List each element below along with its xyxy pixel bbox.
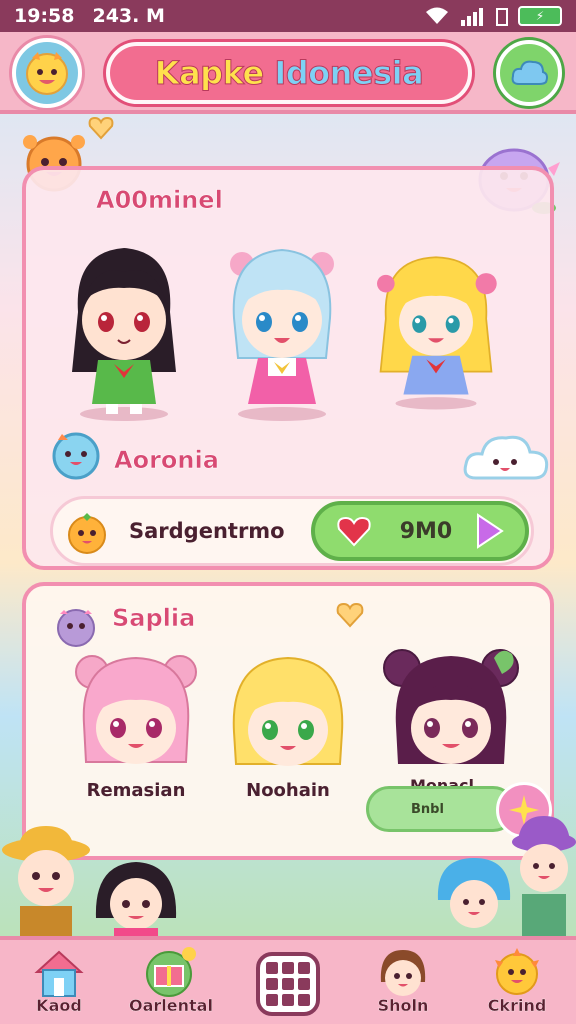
character-blue-hair[interactable] — [216, 228, 348, 422]
wifi-icon — [426, 7, 448, 24]
status-bar: 19:58 243. M ⚡ — [0, 0, 576, 32]
nav-item-gifts[interactable]: Oarlental — [116, 946, 226, 1024]
grid-icon — [266, 962, 278, 974]
app-title-part1: Kapke — [154, 54, 264, 93]
cloud-icon — [511, 60, 548, 85]
avatar-icon — [26, 52, 68, 95]
bottom-nav: Kaod Oarlental Sholn Ckrind — [0, 936, 576, 1024]
purple-blob-icon — [57, 609, 95, 647]
hat-kid-icon — [2, 826, 90, 938]
nav-label-friends: Ckrind — [487, 996, 547, 1015]
character-black-hair[interactable] — [58, 232, 190, 422]
purchase-row: Sardgentrmo 9M0 — [50, 496, 534, 566]
sun-icon — [495, 948, 539, 995]
menu-button[interactable] — [496, 40, 562, 106]
dark-hair-kid-icon — [95, 862, 177, 938]
app-header: Kapke Idonesia — [0, 32, 576, 114]
character-purple-hair[interactable] — [376, 638, 526, 772]
character-blonde-hair[interactable] — [370, 228, 502, 422]
card-one-subtitle: Aoronia — [114, 446, 219, 475]
fruit-creature-icon — [68, 513, 106, 554]
nav-item-shop[interactable]: Sholn — [348, 946, 458, 1024]
nav-label-shop: Sholn — [377, 996, 429, 1015]
heart-icon — [337, 516, 371, 547]
cloud-face-icon — [463, 435, 549, 480]
action-pill-label: Bnbl — [411, 801, 444, 817]
face-icon — [380, 950, 426, 996]
team-card: Saplia Remasian Noohain Monacl — [22, 582, 554, 860]
character-select-card: A00minel Aoronia Sardgentrmo 9M0 — [22, 166, 554, 570]
signal-icon — [461, 8, 483, 26]
purple-hat-kid-icon — [512, 816, 576, 938]
battery-indicator: ⚡ — [518, 6, 562, 26]
nav-item-home[interactable]: Kaod — [4, 946, 114, 1024]
status-date: 243. M — [92, 5, 165, 27]
character-pink-hair[interactable] — [70, 644, 202, 772]
card-one-title: A00minel — [96, 186, 223, 215]
card-two-title: Saplia — [112, 604, 196, 633]
action-pill-button[interactable]: Bnbl — [366, 786, 516, 832]
app-title: Kapke Idonesia — [154, 54, 424, 93]
battery-icon — [496, 8, 508, 26]
character-name-2: Noohain — [246, 780, 330, 801]
status-icons: ⚡ — [424, 6, 562, 26]
nav-item-friends[interactable]: Ckrind — [462, 946, 572, 1024]
profile-avatar-button[interactable] — [12, 38, 82, 108]
character-yellow-hair[interactable] — [222, 648, 354, 772]
cost-value: 9M0 — [399, 518, 453, 544]
home-icon — [34, 950, 84, 997]
buy-button[interactable]: 9M0 — [311, 501, 529, 561]
purchase-row-label: Sardgentrmo — [129, 519, 285, 543]
gift-icon — [146, 947, 196, 997]
blue-creature-icon — [52, 432, 100, 480]
play-icon — [477, 513, 505, 549]
battery-charge-icon: ⚡ — [535, 9, 545, 23]
status-time: 19:58 — [14, 5, 75, 27]
title-banner: Kapke Idonesia — [106, 42, 472, 104]
character-name-1: Remasian — [86, 780, 186, 801]
app-title-part2: Idonesia — [274, 54, 424, 93]
nav-label-gifts: Oarlental — [129, 996, 213, 1015]
nav-label-home: Kaod — [36, 996, 82, 1015]
heart-icon — [88, 116, 114, 140]
heart-icon — [336, 602, 364, 628]
grid-menu-button[interactable] — [256, 952, 320, 1016]
